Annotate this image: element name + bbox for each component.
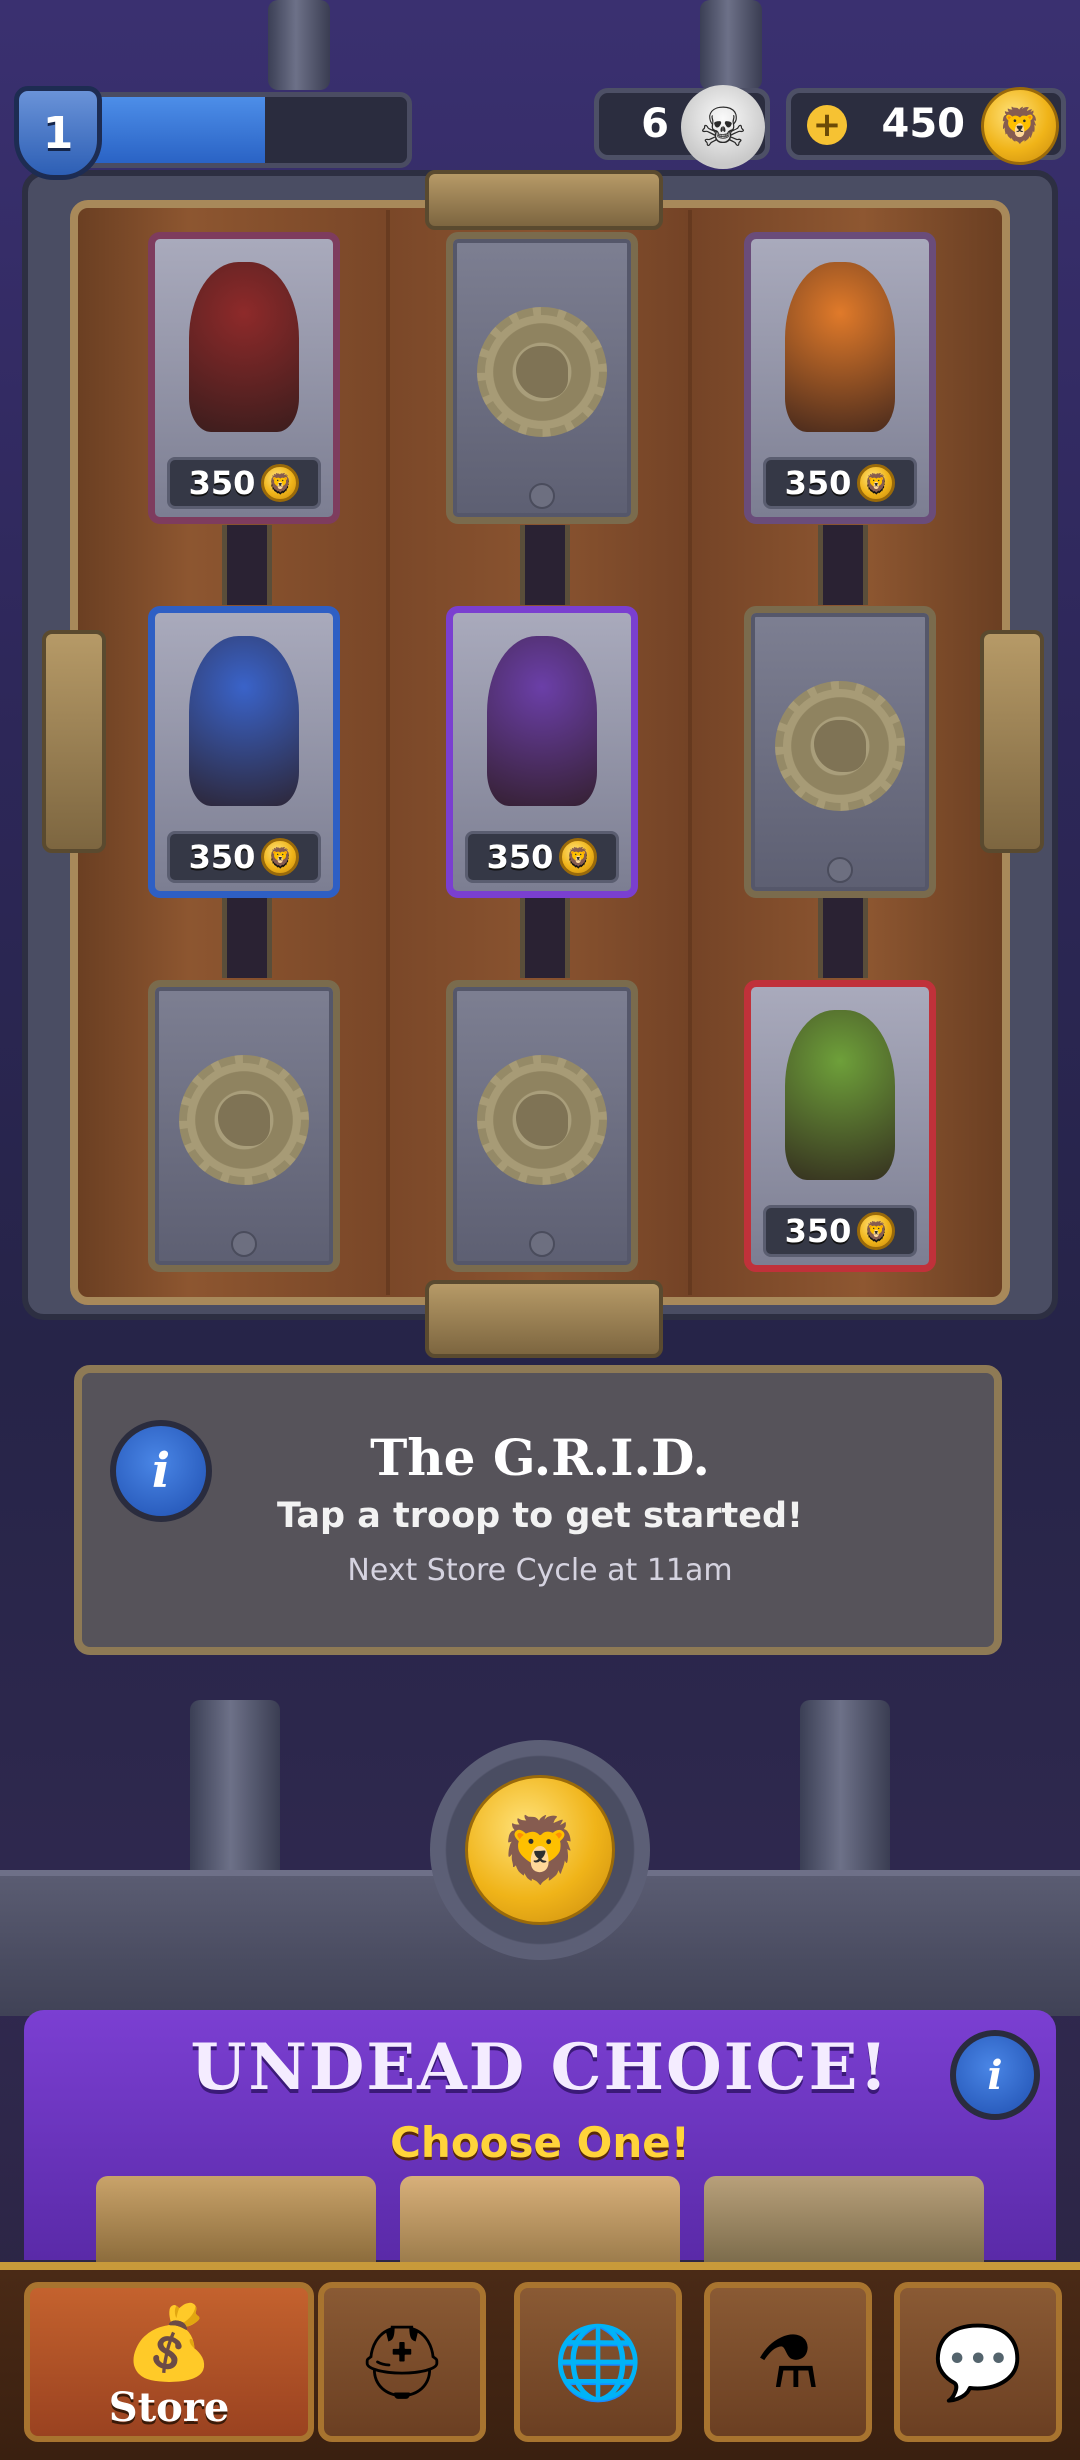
level-number: 1: [42, 107, 74, 159]
locked-card[interactable]: [744, 606, 936, 898]
top-clip: [425, 170, 663, 230]
gold-coin-icon: 🦁: [981, 87, 1059, 165]
choice-option-2[interactable]: [400, 2176, 680, 2266]
price-value: 350: [188, 464, 256, 502]
nav-item-chat-scroll[interactable]: 💬: [894, 2282, 1062, 2442]
card-connector: [520, 898, 570, 978]
info-title: The G.R.I.D.: [370, 1428, 710, 1487]
card-price: 350 🦁: [763, 1205, 917, 1257]
choice-option-1[interactable]: [96, 2176, 376, 2266]
wood-seam: [688, 210, 692, 1295]
troop-card[interactable]: 350 🦁: [148, 232, 340, 524]
nav-item-helmet[interactable]: ⛑: [318, 2282, 486, 2442]
gear-lion-icon: [775, 681, 905, 812]
troop-card[interactable]: 350 🦁: [446, 606, 638, 898]
bolt-icon: [827, 857, 853, 883]
globe-icon: 🌐: [553, 2319, 643, 2404]
bolt-icon: [231, 1231, 257, 1257]
wood-seam: [386, 210, 390, 1295]
price-value: 350: [784, 1212, 852, 1250]
chest-coins-icon: 💰: [124, 2299, 214, 2384]
lion-head-icon: [516, 346, 568, 399]
troop-card[interactable]: 350 🦁: [744, 232, 936, 524]
top-pipe-right: [700, 0, 762, 90]
card-price: 350 🦁: [465, 831, 619, 883]
base-pipe-left: [190, 1700, 280, 1880]
gold-coin-icon: 🦁: [857, 464, 896, 502]
banner-info-icon[interactable]: i: [950, 2030, 1040, 2120]
card-connector: [222, 898, 272, 978]
card-price: 350 🦁: [167, 831, 321, 883]
gear-lion-icon: [477, 1055, 607, 1186]
skull-scythe-icon: [453, 613, 631, 829]
gold-coin-icon: 🦁: [857, 1212, 896, 1250]
top-pipe-left: [268, 0, 330, 90]
knight-shield-icon: [155, 613, 333, 829]
troop-card[interactable]: 350 🦁: [148, 606, 340, 898]
card-connector: [222, 525, 272, 605]
gold-coin-icon: 🦁: [559, 838, 598, 876]
right-clip: [980, 630, 1044, 853]
lion-head-icon: [516, 1094, 568, 1147]
gold-coin-icon: 🦁: [261, 464, 300, 502]
base-pipe-right: [800, 1700, 890, 1880]
banner-subtitle: Choose One!: [390, 2118, 690, 2167]
skull-count: 6: [641, 101, 669, 147]
nav-item-potion-tower[interactable]: ⚗: [704, 2282, 872, 2442]
nav-item-globe[interactable]: 🌐: [514, 2282, 682, 2442]
helmet-icon: ⛑: [356, 2319, 448, 2404]
potion-tower-icon: ⚗: [755, 2320, 821, 2404]
demon-icon: [751, 239, 929, 455]
nav-label-store: Store: [108, 2384, 230, 2431]
gear-lion-icon: [179, 1055, 309, 1186]
store-cycle-text: Next Store Cycle at 11am: [347, 1553, 733, 1588]
machine-emblem: 🦁: [430, 1740, 650, 1960]
bottom-clip: [425, 1280, 663, 1358]
sorceress-icon: [155, 239, 333, 455]
left-clip: [42, 630, 106, 853]
bolt-icon: [529, 1231, 555, 1257]
locked-card[interactable]: [148, 980, 340, 1272]
card-connector: [818, 898, 868, 978]
orc-icon: [751, 987, 929, 1203]
lion-head-icon: [218, 1094, 270, 1147]
card-connector: [818, 525, 868, 605]
troop-card[interactable]: 350 🦁: [744, 980, 936, 1272]
choice-option-3[interactable]: [704, 2176, 984, 2266]
card-price: 350 🦁: [167, 457, 321, 509]
chat-scroll-icon: 💬: [933, 2319, 1023, 2404]
lion-emblem-icon: 🦁: [465, 1775, 615, 1925]
price-value: 350: [784, 464, 852, 502]
gear-lion-icon: [477, 307, 607, 438]
skull-counter[interactable]: 6 ☠: [594, 85, 770, 169]
banner-title: UNDEAD CHOICE!: [190, 2030, 890, 2105]
gold-count: 450: [881, 101, 966, 147]
bolt-icon: [529, 483, 555, 509]
info-subtitle: Tap a troop to get started!: [277, 1496, 803, 1536]
level-badge[interactable]: 1: [14, 86, 102, 180]
card-connector: [520, 525, 570, 605]
card-price: 350 🦁: [763, 457, 917, 509]
gold-counter[interactable]: + 450 🦁: [786, 87, 1066, 165]
lion-head-icon: [814, 720, 866, 773]
locked-card[interactable]: [446, 232, 638, 524]
price-value: 350: [188, 838, 256, 876]
locked-card[interactable]: [446, 980, 638, 1272]
gold-coin-icon: 🦁: [261, 838, 300, 876]
skull-icon: ☠: [681, 85, 765, 169]
add-gold-icon[interactable]: +: [807, 105, 847, 145]
price-value: 350: [486, 838, 554, 876]
